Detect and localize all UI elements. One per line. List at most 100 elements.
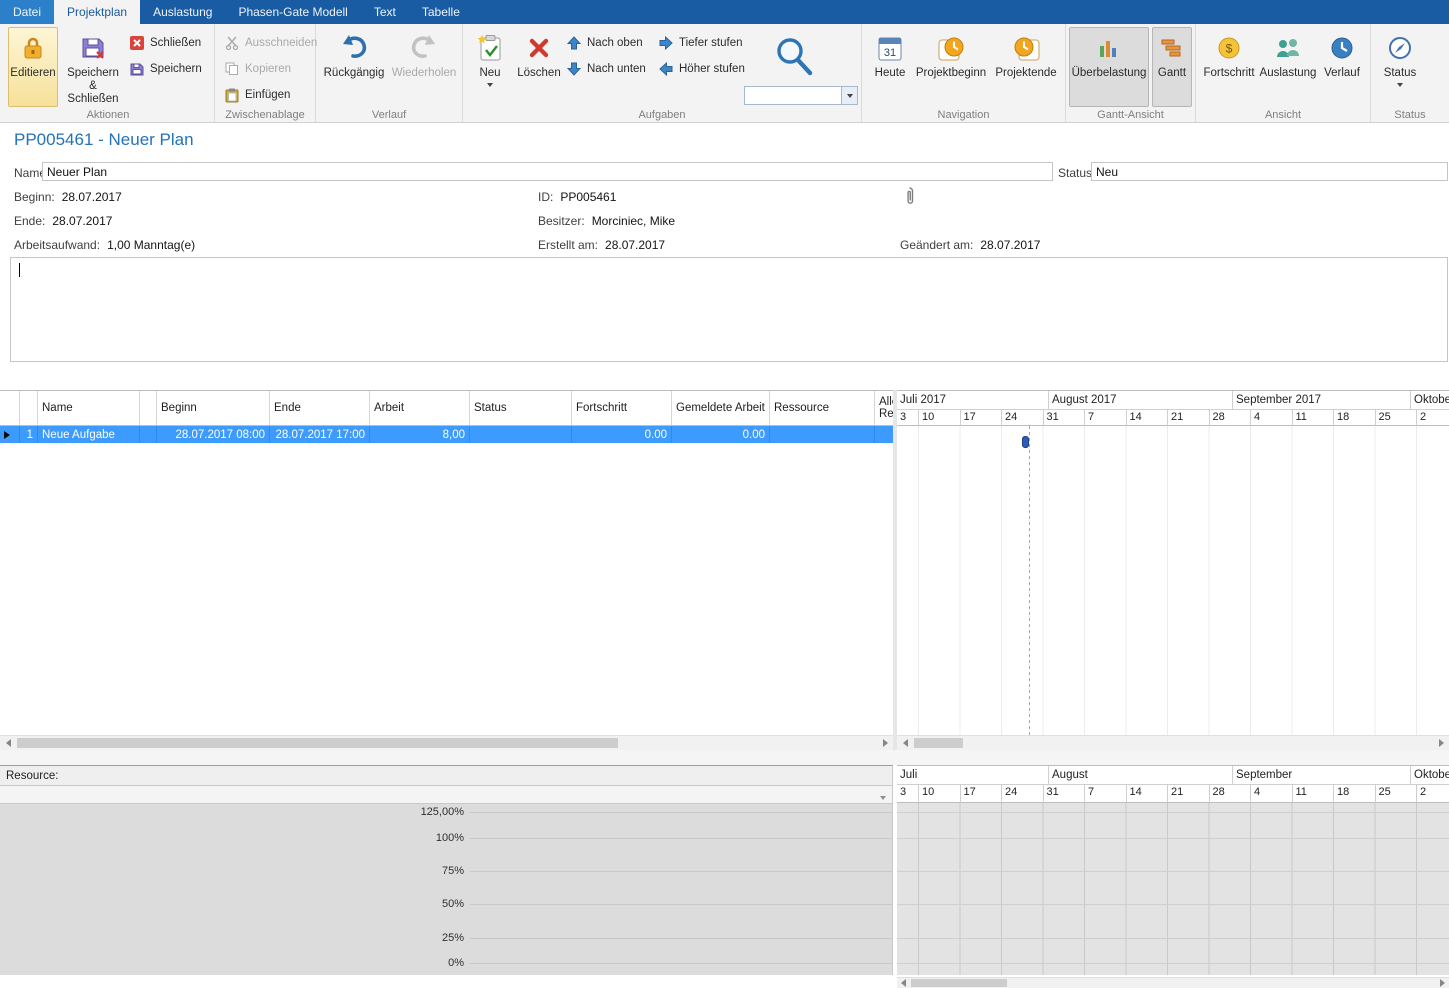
grid-scroll-left-button[interactable] [0,736,16,750]
paperclip-icon[interactable] [903,186,916,209]
tab-projektplan[interactable]: Projektplan [54,0,140,24]
col-header-beginn[interactable]: Beginn [157,391,270,425]
cell-ende[interactable]: 28.07.2017 17:00 [270,426,370,443]
resource-scroll-left-button[interactable] [897,978,910,988]
project-end-icon [1013,31,1040,65]
resource-scroll-thumb[interactable] [911,979,1007,987]
gantt-button[interactable]: Gantt [1152,27,1192,107]
group-label-aktionen: Aktionen [2,109,214,121]
project-start-icon [938,31,965,65]
cell-blank [140,426,157,443]
resource-selector[interactable] [0,786,893,804]
scroll-right-arrow-icon [883,739,888,747]
speichern-schliessen-button[interactable]: Speichern & Schließen [62,27,124,107]
gridline [897,963,1449,964]
cell-fortschritt[interactable]: 0.00 [572,426,672,443]
verlauf-ansicht-label: Verlauf [1324,67,1360,80]
editieren-button[interactable]: Editieren [8,27,58,107]
group-label-ansicht: Ansicht [1196,109,1370,121]
cell-ressource[interactable] [770,426,875,443]
einfuegen-button[interactable]: Einfügen [223,85,290,105]
fortschritt-button[interactable]: $ Fortschritt [1200,27,1258,105]
gantt-month-header: Juli 2017 August 2017 September 2017 Okt… [897,390,1449,410]
col-header-ende[interactable]: Ende [270,391,370,425]
resource-hscrollbar[interactable] [897,977,1449,988]
heute-button[interactable]: 31 Heute [868,27,912,105]
neu-button[interactable]: Neu [469,27,511,111]
cell-status[interactable] [470,426,572,443]
col-header-fortschritt[interactable]: Fortschritt [572,391,672,425]
gantt-scroll-thumb[interactable] [914,738,963,748]
grid-scroll-right-button[interactable] [877,736,893,750]
col-header-status[interactable]: Status [470,391,572,425]
cell-gemeldete-arbeit[interactable]: 0.00 [672,426,770,443]
ueberbelastung-button[interactable]: Überbelastung [1069,27,1149,107]
tab-tabelle[interactable]: Tabelle [409,0,473,24]
gantt-label: Gantt [1158,67,1186,80]
task-milestone-marker[interactable] [1022,436,1029,448]
col-header-name[interactable]: Name [38,391,140,425]
task-filter-input[interactable] [745,87,841,104]
search-button[interactable] [767,28,821,82]
tab-datei[interactable]: Datei [0,0,54,24]
speichern-button[interactable]: Speichern [128,59,202,79]
status-input[interactable] [1091,162,1448,181]
grid-hscrollbar[interactable] [0,735,893,750]
tab-auslastung[interactable]: Auslastung [140,0,225,24]
ausschneiden-button[interactable]: Ausschneiden [223,33,317,53]
col-header-ressource[interactable]: Ressource [770,391,875,425]
rueckgaengig-button[interactable]: Rückgängig [321,27,387,105]
projektende-button[interactable]: Projektende [990,27,1062,105]
task-filter-combo[interactable] [744,86,858,105]
gantt-scroll-right-button[interactable] [1433,736,1449,750]
col-header-gemeldete-arbeit[interactable]: Gemeldete Arbeit [672,391,770,425]
text-cursor [19,263,20,277]
arrow-right-icon [657,36,674,50]
id-field: ID: PP005461 [538,190,616,204]
row-number-cell: 1 [20,426,38,443]
cell-beginn[interactable]: 28.07.2017 08:00 [157,426,270,443]
gridline [897,871,1449,872]
id-value: PP005461 [560,190,616,204]
col-header-alle-ressourcen[interactable]: Alle Re [875,391,893,425]
nach-oben-button[interactable]: Nach oben [565,33,643,53]
gridline [470,812,892,813]
tab-text[interactable]: Text [361,0,409,24]
horizontal-splitter[interactable] [0,750,1449,765]
cell-name[interactable]: Neue Aufgabe [38,426,140,443]
gantt-scroll-left-button[interactable] [897,736,913,750]
loeschen-button[interactable]: Löschen [515,27,563,105]
verlauf-button[interactable]: Verlauf [1318,27,1366,105]
resource-scroll-right-button[interactable] [1436,978,1449,988]
day-cell: 18 [1334,785,1376,803]
task-filter-dropdown-button[interactable] [841,87,857,104]
tiefer-stufen-button[interactable]: Tiefer stufen [657,33,743,53]
schliessen-button[interactable]: Schließen [128,33,201,53]
geaendert-am-label: Geändert am: [900,238,973,252]
status-button[interactable]: Status [1376,27,1424,111]
projektbeginn-button[interactable]: Projektbeginn [914,27,988,105]
gantt-hscrollbar[interactable] [897,735,1449,750]
tab-phasen-gate-modell[interactable]: Phasen-Gate Modell [225,0,360,24]
cell-arbeit[interactable]: 8,00 [370,426,470,443]
col-header-arbeit[interactable]: Arbeit [370,391,470,425]
geaendert-am-field: Geändert am: 28.07.2017 [900,238,1040,252]
status-field-label: Status [1058,166,1092,180]
hoeher-stufen-button[interactable]: Höher stufen [657,59,745,79]
day-cell: 2 [1417,410,1449,426]
progress-icon: $ [1216,31,1242,65]
day-cell: 31 [1044,410,1086,426]
nach-unten-button[interactable]: Nach unten [565,59,646,79]
kopieren-button[interactable]: Kopieren [223,59,291,79]
wiederholen-button[interactable]: Wiederholen [390,27,458,105]
task-row[interactable]: 1 Neue Aufgabe 28.07.2017 08:00 28.07.20… [0,426,893,443]
arrow-up-icon [565,36,582,50]
resource-day-header: 3 10 17 24 31 7 14 21 28 4 11 18 25 2 [897,785,1449,803]
arrow-down-icon [565,62,582,76]
day-cell: 25 [1376,410,1418,426]
auslastung-button[interactable]: Auslastung [1260,27,1316,105]
gantt-chart-body[interactable] [897,426,1449,735]
description-textarea[interactable] [10,257,1448,362]
name-input[interactable] [42,162,1053,181]
grid-scroll-thumb[interactable] [17,738,618,748]
